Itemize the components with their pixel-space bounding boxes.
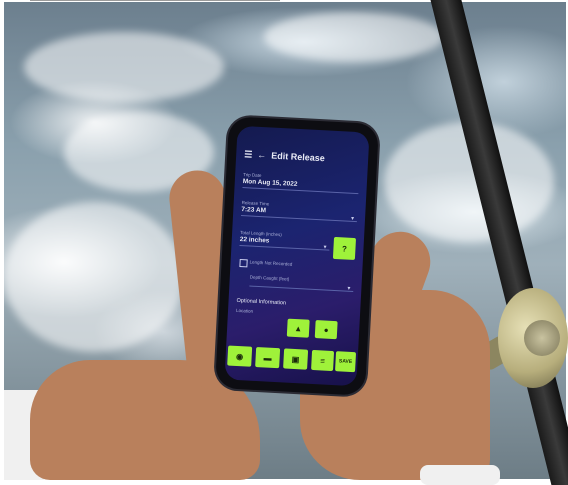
phone-screen: ☰ ← Edit Release Trip Date Mon Aug 15, 2… xyxy=(224,125,370,387)
depth-field[interactable]: Depth Caught (feet) ▼ xyxy=(249,274,354,292)
list-icon: ≡ xyxy=(319,355,326,366)
ruler-icon: ▬ xyxy=(263,352,272,363)
length-field[interactable]: Total Length (inches) 22 inches ▼ xyxy=(239,230,330,251)
optional-info-heading: Optional Information xyxy=(236,297,287,307)
release-time-field[interactable]: Release Time 7:23 AM ▼ xyxy=(241,200,358,223)
location-pin-icon: ● xyxy=(323,325,329,335)
water-foam xyxy=(24,32,224,102)
smartphone: ☰ ← Edit Release Trip Date Mon Aug 15, 2… xyxy=(214,116,380,396)
back-arrow-icon[interactable]: ← xyxy=(257,150,267,160)
chevron-down-icon: ▼ xyxy=(349,215,356,222)
location-label: Location xyxy=(235,307,254,314)
map-button[interactable]: ▲ xyxy=(286,318,310,338)
water-foam xyxy=(4,202,184,352)
list-button[interactable]: ≡ xyxy=(311,349,335,372)
menu-icon[interactable]: ☰ xyxy=(244,149,253,160)
save-button[interactable]: SAVE xyxy=(335,351,357,373)
image-button[interactable]: ▣ xyxy=(283,348,309,370)
depth-label: Depth Caught (feet) xyxy=(249,274,290,282)
length-help-button[interactable]: ? xyxy=(332,236,357,261)
camera-icon: ◉ xyxy=(235,351,244,361)
app-header: ☰ ← Edit Release xyxy=(244,146,363,168)
location-button[interactable]: ● xyxy=(314,320,338,340)
field-underline xyxy=(249,285,354,292)
camera-button[interactable]: ◉ xyxy=(227,345,253,367)
help-button-label: ? xyxy=(341,243,348,254)
length-not-recorded-checkbox[interactable] xyxy=(239,259,248,268)
save-button-label: SAVE xyxy=(338,358,353,366)
app-title: Edit Release xyxy=(271,150,326,164)
reel-hub xyxy=(524,320,560,356)
map-pin-icon: ▲ xyxy=(294,323,303,333)
trip-date-field[interactable]: Trip Date Mon Aug 15, 2022 xyxy=(242,172,359,195)
chevron-down-icon: ▼ xyxy=(322,244,328,251)
top-border-line xyxy=(30,0,280,1)
image-icon: ▣ xyxy=(291,354,300,364)
ruler-button[interactable]: ▬ xyxy=(255,346,281,369)
length-not-recorded-label: Length Not Recorded xyxy=(249,259,293,267)
water-foam xyxy=(264,12,444,62)
photo-scene: ☰ ← Edit Release Trip Date Mon Aug 15, 2… xyxy=(0,0,568,485)
chevron-down-icon: ▼ xyxy=(346,285,352,292)
right-sleeve xyxy=(420,465,500,485)
